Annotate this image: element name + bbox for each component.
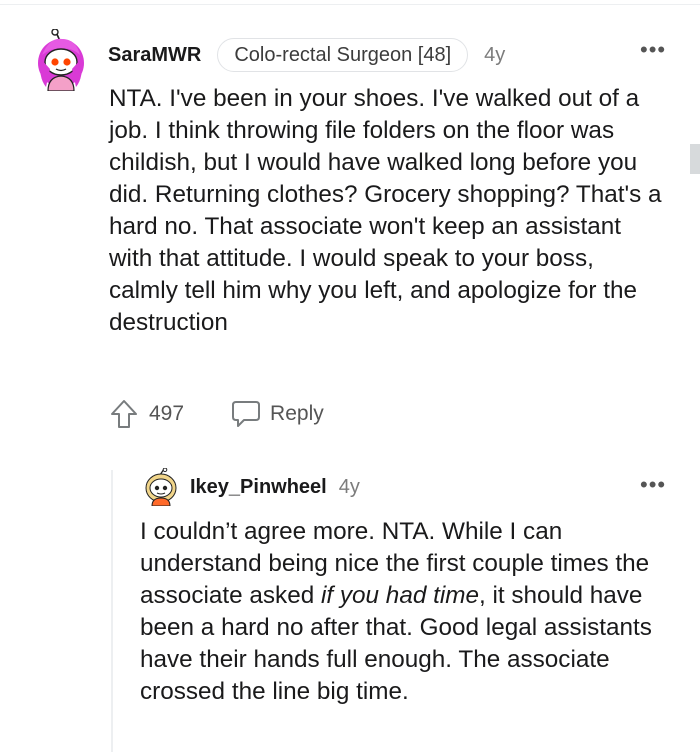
comment-header: SaraMWR Colo-rectal Surgeon [48] 4y — [108, 37, 505, 73]
more-options-icon[interactable]: ••• — [640, 39, 666, 61]
reply-age[interactable]: 4y — [339, 476, 360, 499]
reply-body-italic: if you had time — [320, 582, 479, 609]
scrollbar-thumb[interactable] — [690, 144, 700, 174]
snoo-avatar-icon — [38, 28, 84, 92]
comment-actions: 497 Reply — [109, 396, 324, 432]
author-username[interactable]: SaraMWR — [108, 44, 201, 67]
user-flair: Colo-rectal Surgeon [48] — [217, 38, 469, 72]
reply-body: I couldn’t agree more. NTA. While I can … — [140, 516, 680, 708]
reply-author-username[interactable]: Ikey_Pinwheel — [190, 476, 327, 499]
more-options-icon[interactable]: ••• — [640, 474, 666, 496]
thread-line[interactable] — [111, 470, 113, 752]
comment-bubble-icon — [232, 401, 261, 427]
comment-age[interactable]: 4y — [484, 44, 505, 67]
reply-avatar[interactable] — [144, 467, 178, 507]
comment-body: NTA. I've been in your shoes. I've walke… — [109, 85, 662, 336]
reply-header: Ikey_Pinwheel 4y — [190, 472, 360, 502]
reply-label: Reply — [270, 402, 324, 425]
snoo-avatar-icon — [145, 467, 177, 507]
reply-button[interactable]: Reply — [230, 399, 324, 429]
upvote-icon[interactable] — [109, 398, 139, 430]
vote-score: 497 — [149, 402, 185, 425]
top-divider — [0, 4, 700, 5]
avatar[interactable] — [36, 28, 86, 92]
